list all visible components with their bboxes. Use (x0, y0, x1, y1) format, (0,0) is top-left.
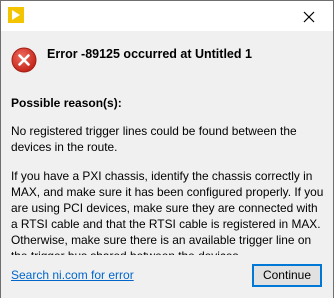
dialog-content: Error -89125 occurred at Untitled 1 Poss… (1, 31, 333, 263)
reason-paragraph-1: No registered trigger lines could be fou… (11, 124, 297, 154)
reason-paragraph-2: If you have a PXI chassis, identify the … (11, 169, 324, 263)
search-ni-link[interactable]: Search ni.com for error (11, 268, 134, 282)
possible-reasons-heading: Possible reason(s): (11, 96, 122, 110)
dialog-footer: Search ni.com for error Continue (1, 255, 333, 298)
error-title: Error -89125 occurred at Untitled 1 (47, 47, 252, 61)
title-bar[interactable] (1, 1, 333, 31)
error-x-icon (11, 47, 37, 73)
error-dialog: Error -89125 occurred at Untitled 1 Poss… (0, 0, 334, 298)
close-icon[interactable] (301, 9, 317, 25)
continue-button[interactable]: Continue (252, 264, 322, 287)
labview-run-arrow-icon (8, 7, 24, 23)
